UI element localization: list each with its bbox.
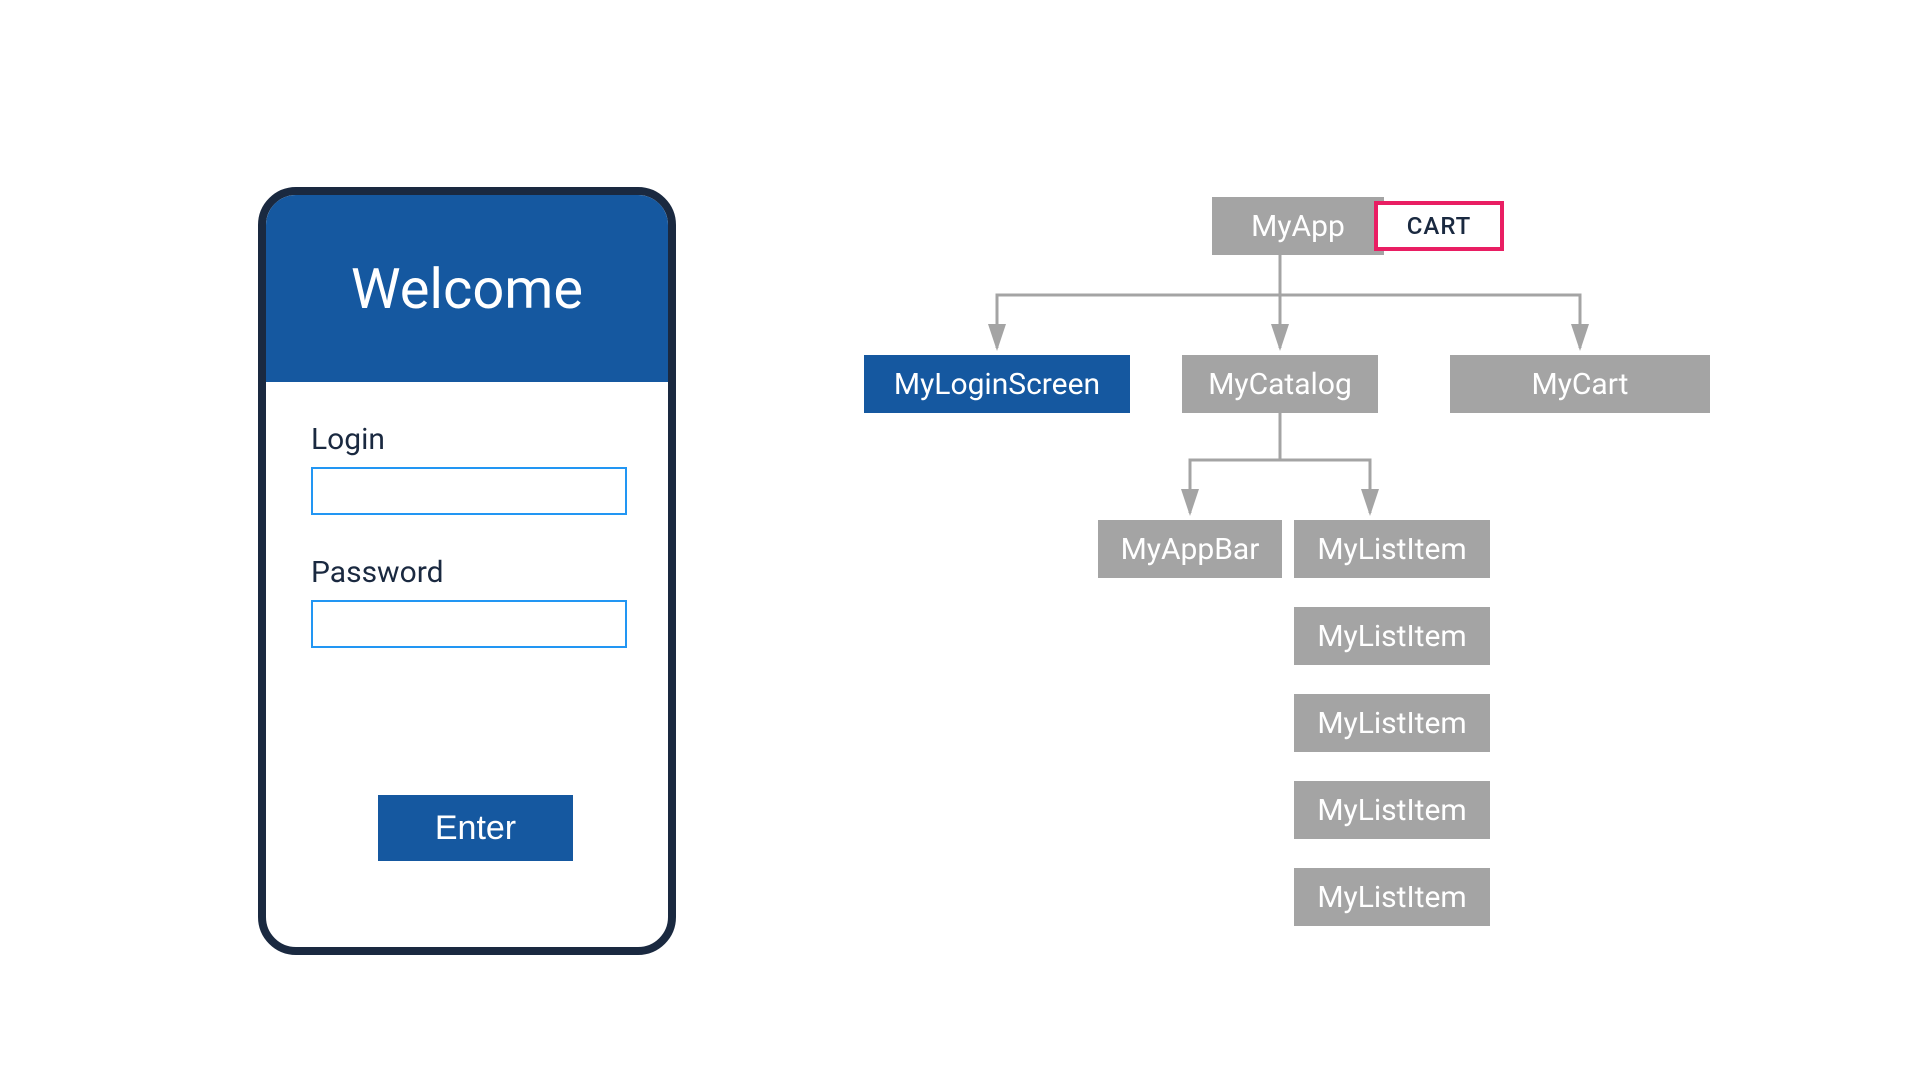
- welcome-title: Welcome: [351, 256, 583, 322]
- tree-node-mylistitem: MyListItem: [1294, 868, 1490, 926]
- password-input[interactable]: [311, 600, 627, 648]
- widget-tree-diagram: MyApp CART MyLoginScreen MyCatalog MyCar…: [850, 190, 1770, 960]
- tree-node-mycatalog: MyCatalog: [1182, 355, 1378, 413]
- cart-tag: CART: [1374, 201, 1504, 251]
- tree-node-mylistitem: MyListItem: [1294, 781, 1490, 839]
- tree-node-myloginscreen: MyLoginScreen: [864, 355, 1130, 413]
- login-form: Login Password: [266, 382, 668, 688]
- phone-mockup: Welcome Login Password Enter: [258, 187, 676, 955]
- login-input[interactable]: [311, 467, 627, 515]
- enter-button[interactable]: Enter: [378, 795, 573, 861]
- tree-node-mycart: MyCart: [1450, 355, 1710, 413]
- tree-node-myapp: MyApp: [1212, 197, 1384, 255]
- tree-node-mylistitem: MyListItem: [1294, 694, 1490, 752]
- password-label: Password: [311, 555, 623, 590]
- tree-node-myappbar: MyAppBar: [1098, 520, 1282, 578]
- tree-node-mylistitem: MyListItem: [1294, 607, 1490, 665]
- tree-node-mylistitem: MyListItem: [1294, 520, 1490, 578]
- phone-app-bar: Welcome: [266, 195, 668, 382]
- login-label: Login: [311, 422, 623, 457]
